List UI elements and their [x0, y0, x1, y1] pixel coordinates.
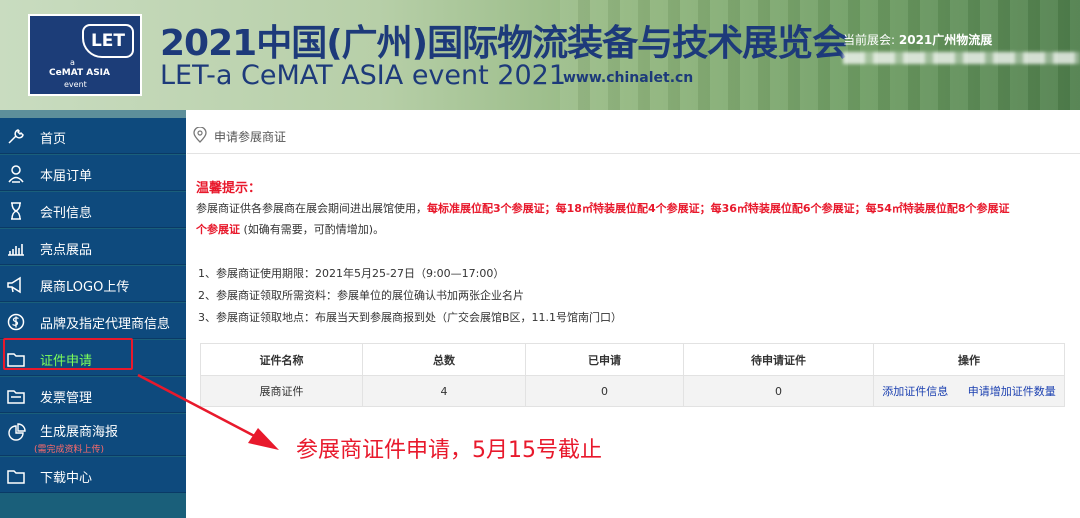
- notice-text-line1: 参展商证供各参展商在展会期间进出展馆使用，每标准展位配3个参展证；每18㎡特装展…: [196, 200, 1080, 216]
- tools-icon: [8, 129, 24, 144]
- notice-suffix: (如确有需要，可酌情增加)。: [240, 223, 385, 236]
- notice-prefix: 参展商证供各参展商在展会期间进出展馆使用，: [196, 202, 427, 215]
- user-icon: [8, 165, 24, 183]
- sidebar-item-label: 生成展商海报: [40, 425, 119, 440]
- sidebar-item-highlights[interactable]: 亮点展品: [0, 229, 186, 265]
- table-header: 已申请: [525, 343, 684, 376]
- site-title-english: LET-a CeMAT ASIA event 2021: [160, 60, 567, 91]
- folder-icon: [7, 470, 25, 484]
- sidebar-item-label: 本届订单: [40, 169, 93, 184]
- notice-text-line2: 个参展证 (如确有需要，可酌情增加)。: [196, 221, 384, 237]
- sidebar-item-orders[interactable]: 本届订单: [0, 155, 186, 191]
- sidebar-item-catalog[interactable]: 会刊信息: [0, 192, 186, 228]
- sidebar-item-label: 发票管理: [40, 391, 93, 406]
- notice-highlight: 每标准展位配3个参展证；每18㎡特装展位配4个参展证；每36㎡特装展位配6个参展…: [427, 202, 1010, 215]
- annotation-arrow-head: [248, 428, 279, 450]
- sidebar-item-label: 品牌及指定代理商信息: [40, 317, 171, 332]
- info-line-materials: 2、参展商证领取所需资料：参展单位的展位确认书加两张企业名片: [198, 289, 524, 302]
- table-header: 操作: [873, 343, 1065, 376]
- sidebar-item-sublabel: (需完成资料上传): [34, 445, 105, 455]
- sidebar-item-label: 下载中心: [40, 471, 93, 486]
- let-logo[interactable]: LET a CeMAT ASIA event: [28, 14, 142, 96]
- table-header: 待申请证件: [683, 343, 874, 376]
- table-header: 总数: [362, 343, 526, 376]
- notice-highlight-cont: 个参展证: [196, 223, 240, 236]
- cert-applied-cell: 0: [525, 375, 684, 407]
- site-url: www.chinalet.cn: [563, 70, 694, 86]
- sidebar-item-download[interactable]: 下载中心: [0, 457, 186, 493]
- add-certificate-link[interactable]: 添加证件信息: [882, 385, 948, 398]
- cert-pending-cell: 0: [683, 375, 874, 407]
- table-header-row: 证件名称 总数 已申请 待申请证件 操作: [200, 343, 1065, 376]
- cert-name-cell: 展商证件: [200, 375, 363, 407]
- megaphone-icon: [7, 276, 21, 294]
- cert-actions-cell: 添加证件信息 申请增加证件数量: [873, 375, 1065, 407]
- info-line-period: 1、参展商证使用期限：2021年5月25-27日（9:00—17:00）: [198, 267, 505, 280]
- cert-total-cell: 4: [362, 375, 526, 407]
- table-row: 展商证件 4 0 0 添加证件信息 申请增加证件数量: [200, 375, 1065, 407]
- request-more-certificates-link[interactable]: 申请增加证件数量: [968, 385, 1056, 398]
- sidebar-item-logo-upload[interactable]: 展商LOGO上传: [0, 266, 186, 302]
- logo-let-mark: LET: [82, 24, 134, 58]
- pie-chart-icon: [8, 423, 26, 441]
- breadcrumb: 申请参展商证: [187, 117, 1080, 154]
- notice-title: 温馨提示：: [196, 181, 262, 196]
- annotation-highlight-box: [3, 338, 133, 370]
- coin-icon: [7, 313, 25, 331]
- sidebar-item-label: 展商LOGO上传: [40, 280, 130, 295]
- sidebar-item-label: 亮点展品: [40, 243, 93, 258]
- table-header: 证件名称: [200, 343, 363, 376]
- certificate-table: 证件名称 总数 已申请 待申请证件 操作 展商证件 4 0 0 添加证件信息 申…: [200, 343, 1065, 407]
- sidebar-item-home[interactable]: 首页: [0, 118, 186, 154]
- hourglass-icon: [11, 202, 21, 220]
- sidebar-item-poster[interactable]: 生成展商海报 (需完成资料上传): [0, 414, 186, 456]
- invoice-icon: [7, 390, 25, 404]
- info-line-location: 3、参展商证领取地点：布展当天到参展商报到处（广交会展馆B区，11.1号馆南门口…: [198, 311, 623, 324]
- current-expo-value: 2021广州物流展: [898, 33, 993, 47]
- blurred-user-info: [843, 52, 1080, 64]
- location-pin-icon: [193, 127, 207, 143]
- current-expo-label: 当前展会:: [843, 33, 896, 47]
- sidebar-nav: 首页 本届订单 会刊信息 亮点展品 展商LOGO上传 品牌及指定代理商信息 证件…: [0, 110, 186, 518]
- sidebar-item-invoice[interactable]: 发票管理: [0, 377, 186, 413]
- annotation-text: 参展商证件申请，5月15号截止: [296, 438, 602, 463]
- sidebar-top-band: [0, 110, 186, 118]
- sidebar-item-brand-agent[interactable]: 品牌及指定代理商信息: [0, 303, 186, 339]
- logo-a-text: a: [70, 58, 75, 67]
- bar-chart-icon: [8, 244, 24, 256]
- site-header: LET a CeMAT ASIA event 2021中国(广州)国际物流装备与…: [0, 0, 1080, 110]
- sidebar-item-label: 会刊信息: [40, 206, 93, 221]
- sidebar-item-label: 首页: [40, 132, 67, 147]
- site-title-chinese: 2021中国(广州)国际物流装备与技术展览会: [160, 23, 848, 64]
- logo-event-text: event: [64, 80, 87, 89]
- breadcrumb-text: 申请参展商证: [214, 130, 287, 144]
- logo-cemat-text: CeMAT ASIA: [49, 68, 110, 78]
- current-expo: 当前展会: 2021广州物流展: [843, 31, 992, 48]
